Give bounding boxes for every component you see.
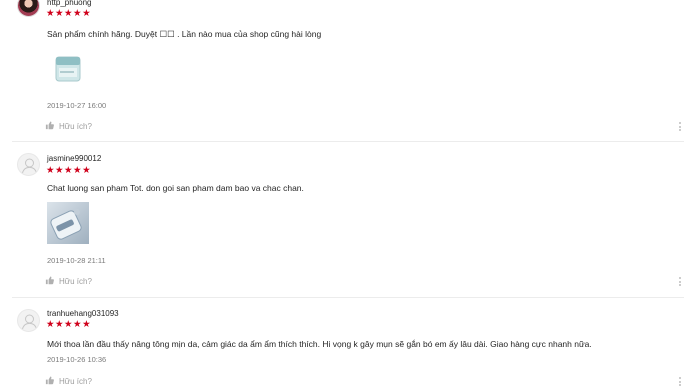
review-username[interactable]: tranhuehang031093 [47,309,119,318]
rating-stars: ★★★★★ [46,165,92,176]
review-item: jasmine990012 ★★★★★ Chat luong san pham … [0,142,696,297]
helpful-label: Hữu ích? [59,377,92,386]
review-comment: Chat luong san pham Tot. don goi san pha… [47,183,304,193]
user-avatar[interactable] [17,0,40,17]
user-avatar[interactable] [17,309,40,332]
more-options-icon[interactable] [678,377,682,386]
thumbs-up-icon [45,276,54,287]
review-photo[interactable] [48,48,88,88]
review-item: tranhuehang031093 ★★★★★ Mới thoa lần đầu… [0,298,696,387]
more-options-icon[interactable] [678,277,682,286]
helpful-button[interactable]: Hữu ích? [45,121,92,132]
review-item: http_phuong ★★★★★ Sản phẩm chính hãng. D… [0,0,696,140]
more-options-icon[interactable] [678,122,682,131]
review-username[interactable]: jasmine990012 [47,154,101,163]
user-avatar[interactable] [17,153,40,176]
rating-stars: ★★★★★ [46,319,92,330]
review-date: 2019-10-27 16:00 [47,101,107,110]
review-photo[interactable] [47,202,89,244]
helpful-label: Hữu ích? [59,277,92,286]
helpful-button[interactable]: Hữu ích? [45,276,92,287]
review-comment: Sản phẩm chính hãng. Duyệt ☐☐ . Lần nào … [47,29,322,39]
helpful-label: Hữu ích? [59,122,92,131]
rating-stars: ★★★★★ [46,8,92,19]
review-username[interactable]: http_phuong [47,0,92,7]
review-comment: Mới thoa lần đầu thấy nâng tông mịn da, … [47,339,592,349]
thumbs-up-icon [45,121,54,132]
thumbs-up-icon [45,376,54,387]
review-date: 2019-10-28 21:11 [47,256,106,265]
helpful-button[interactable]: Hữu ích? [45,376,92,387]
review-date: 2019-10-26 10:36 [47,355,107,364]
